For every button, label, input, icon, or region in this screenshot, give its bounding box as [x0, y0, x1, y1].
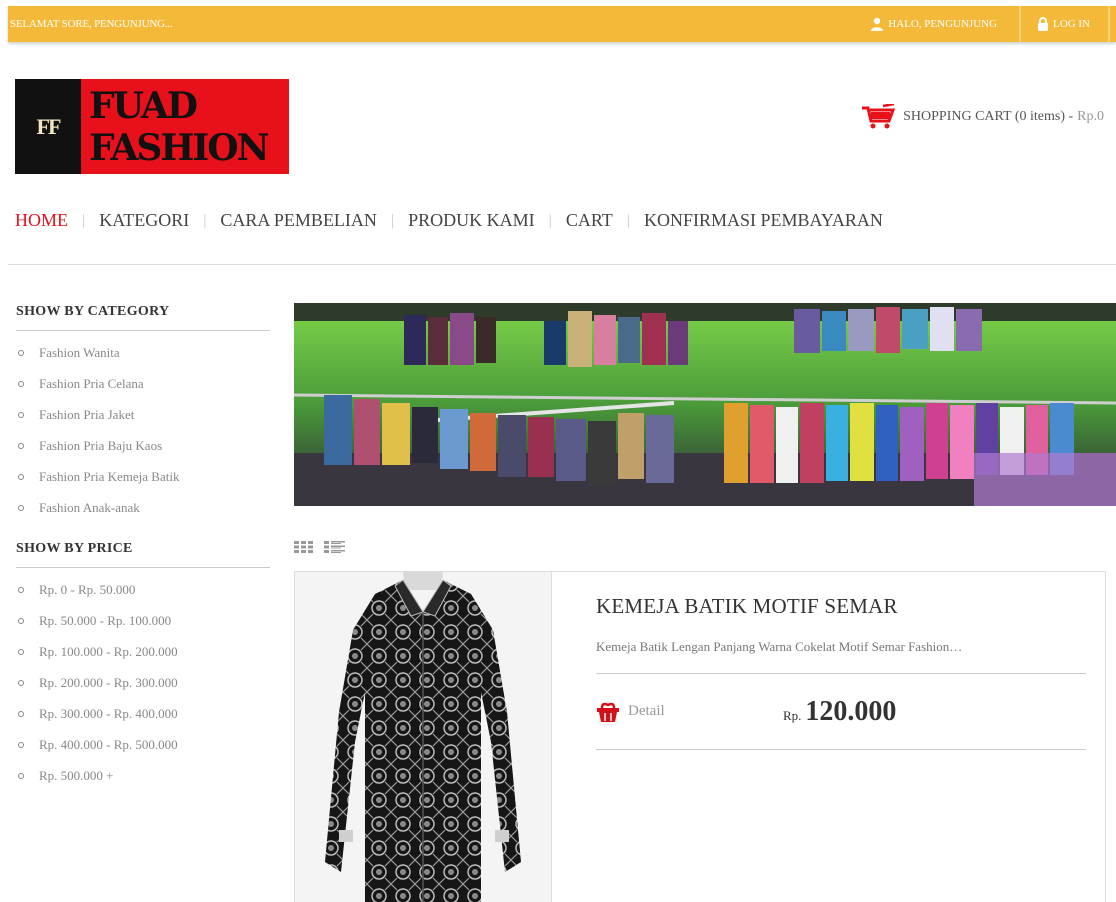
- category-label: Fashion Pria Jaket: [39, 407, 135, 422]
- logo-mark-text: FF: [36, 113, 62, 139]
- gift-basket-icon: [597, 702, 619, 722]
- price-item[interactable]: Rp. 500.000 +: [16, 768, 270, 799]
- detail-link[interactable]: Detail: [596, 701, 783, 723]
- bullet-icon: [18, 618, 24, 624]
- price-label: Rp. 50.000 - Rp. 100.000: [39, 613, 172, 628]
- store-photo: [294, 303, 1116, 506]
- nav-divider: [8, 264, 1116, 265]
- category-item[interactable]: Fashion Pria Jaket: [16, 407, 270, 438]
- price-list: Rp. 0 - Rp. 50.000 Rp. 50.000 - Rp. 100.…: [16, 582, 270, 799]
- logo-name-text: FUAD FASHION: [89, 84, 270, 169]
- grid-view-icon[interactable]: [294, 541, 316, 553]
- nav-item-kategori[interactable]: KATEGORI: [99, 210, 189, 231]
- logo-name: FUAD FASHION: [81, 79, 289, 174]
- price-item[interactable]: Rp. 200.000 - Rp. 300.000: [16, 675, 270, 706]
- lock-icon: [1038, 17, 1049, 31]
- product-action-row: Detail Rp. 120.000: [596, 674, 1086, 750]
- product-title[interactable]: KEMEJA BATIK MOTIF SEMAR: [596, 594, 1086, 619]
- nav-separator: |: [203, 211, 207, 229]
- list-view-icon[interactable]: [324, 541, 346, 553]
- top-bar-actions: HALO, PENGUNJUNG LOG IN: [848, 6, 1116, 42]
- price-heading: SHOW BY PRICE: [16, 541, 270, 568]
- category-label: Fashion Anak-anak: [39, 500, 140, 515]
- category-item[interactable]: Fashion Pria Baju Kaos: [16, 438, 270, 469]
- cart-icon: [862, 104, 896, 129]
- category-heading: SHOW BY CATEGORY: [16, 304, 270, 331]
- category-item[interactable]: Fashion Anak-anak: [16, 500, 270, 531]
- price-item[interactable]: Rp. 400.000 - Rp. 500.000: [16, 737, 270, 768]
- price-label: Rp. 0 - Rp. 50.000: [39, 582, 136, 597]
- bullet-icon: [18, 381, 24, 387]
- nav-item-home[interactable]: HOME: [15, 210, 68, 231]
- cart-amount: Rp.0: [1077, 109, 1104, 124]
- product-info: KEMEJA BATIK MOTIF SEMAR Kemeja Batik Le…: [596, 594, 1086, 750]
- detail-label: Detail: [628, 703, 665, 719]
- bullet-icon: [18, 350, 24, 356]
- bullet-icon: [18, 443, 24, 449]
- shopping-cart-link[interactable]: SHOPPING CART (0 items) - Rp.0: [861, 104, 1104, 130]
- nav-separator: |: [82, 211, 86, 229]
- category-list: Fashion Wanita Fashion Pria Celana Fashi…: [16, 345, 270, 531]
- nav-item-cara-pembelian[interactable]: CARA PEMBELIAN: [220, 210, 377, 231]
- bullet-icon: [18, 711, 24, 717]
- price-amount: 120.000: [805, 695, 897, 727]
- category-label: Fashion Pria Celana: [39, 376, 144, 391]
- nav-separator: |: [390, 211, 395, 229]
- user-greeting-link[interactable]: HALO, PENGUNJUNG: [848, 6, 1019, 42]
- price-item[interactable]: Rp. 300.000 - Rp. 400.000: [16, 706, 270, 737]
- nav-separator: |: [548, 211, 552, 229]
- store-banner-image: [294, 303, 1116, 506]
- product-price: Rp. 120.000: [783, 696, 896, 728]
- price-currency: Rp.: [783, 707, 802, 723]
- bullet-icon: [18, 587, 24, 593]
- bullet-icon: [18, 505, 24, 511]
- category-label: Fashion Pria Baju Kaos: [39, 438, 163, 453]
- bullet-icon: [18, 742, 24, 748]
- top-bar: SELAMAT SORE, PENGUNJUNG... HALO, PENGUN…: [8, 6, 1116, 42]
- user-icon: [871, 17, 884, 31]
- product-description: Kemeja Batik Lengan Panjang Warna Cokela…: [596, 639, 1086, 674]
- category-label: Fashion Wanita: [39, 345, 120, 360]
- nav-separator: |: [626, 211, 630, 229]
- site-logo[interactable]: FF FUAD FASHION: [15, 79, 289, 174]
- price-label: Rp. 300.000 - Rp. 400.000: [39, 706, 178, 721]
- price-label: Rp. 400.000 - Rp. 500.000: [39, 737, 178, 752]
- category-item[interactable]: Fashion Pria Celana: [16, 376, 270, 407]
- batik-shirt-photo: [295, 572, 551, 902]
- login-link[interactable]: LOG IN: [1019, 6, 1110, 42]
- bullet-icon: [18, 773, 24, 779]
- category-label: Fashion Pria Kemeja Batik: [39, 469, 180, 484]
- nav-item-konfirmasi-pembayaran[interactable]: KONFIRMASI PEMBAYARAN: [644, 210, 883, 231]
- product-card: KEMEJA BATIK MOTIF SEMAR Kemeja Batik Le…: [294, 571, 1106, 902]
- login-label: LOG IN: [1053, 18, 1090, 30]
- product-image[interactable]: [295, 572, 552, 902]
- bullet-icon: [18, 649, 24, 655]
- bullet-icon: [18, 474, 24, 480]
- price-item[interactable]: Rp. 50.000 - Rp. 100.000: [16, 613, 270, 644]
- bullet-icon: [18, 680, 24, 686]
- price-item[interactable]: Rp. 100.000 - Rp. 200.000: [16, 644, 270, 675]
- greeting-text: SELAMAT SORE, PENGUNJUNG...: [10, 18, 173, 30]
- cart-label: SHOPPING CART (0 items) -: [903, 109, 1074, 124]
- view-toggles: [294, 541, 346, 553]
- main-nav: HOME | KATEGORI | CARA PEMBELIAN | PRODU…: [15, 210, 883, 231]
- logo-mark: FF: [15, 79, 81, 174]
- category-item[interactable]: Fashion Pria Kemeja Batik: [16, 469, 270, 500]
- user-greeting-label: HALO, PENGUNJUNG: [888, 18, 998, 30]
- category-item[interactable]: Fashion Wanita: [16, 345, 270, 376]
- price-label: Rp. 200.000 - Rp. 300.000: [39, 675, 178, 690]
- sidebar: SHOW BY CATEGORY Fashion Wanita Fashion …: [16, 304, 270, 799]
- price-item[interactable]: Rp. 0 - Rp. 50.000: [16, 582, 270, 613]
- price-label: Rp. 500.000 +: [39, 768, 114, 783]
- bullet-icon: [18, 412, 24, 418]
- nav-item-cart[interactable]: CART: [566, 210, 613, 231]
- nav-item-produk-kami[interactable]: PRODUK KAMI: [408, 210, 535, 231]
- price-label: Rp. 100.000 - Rp. 200.000: [39, 644, 178, 659]
